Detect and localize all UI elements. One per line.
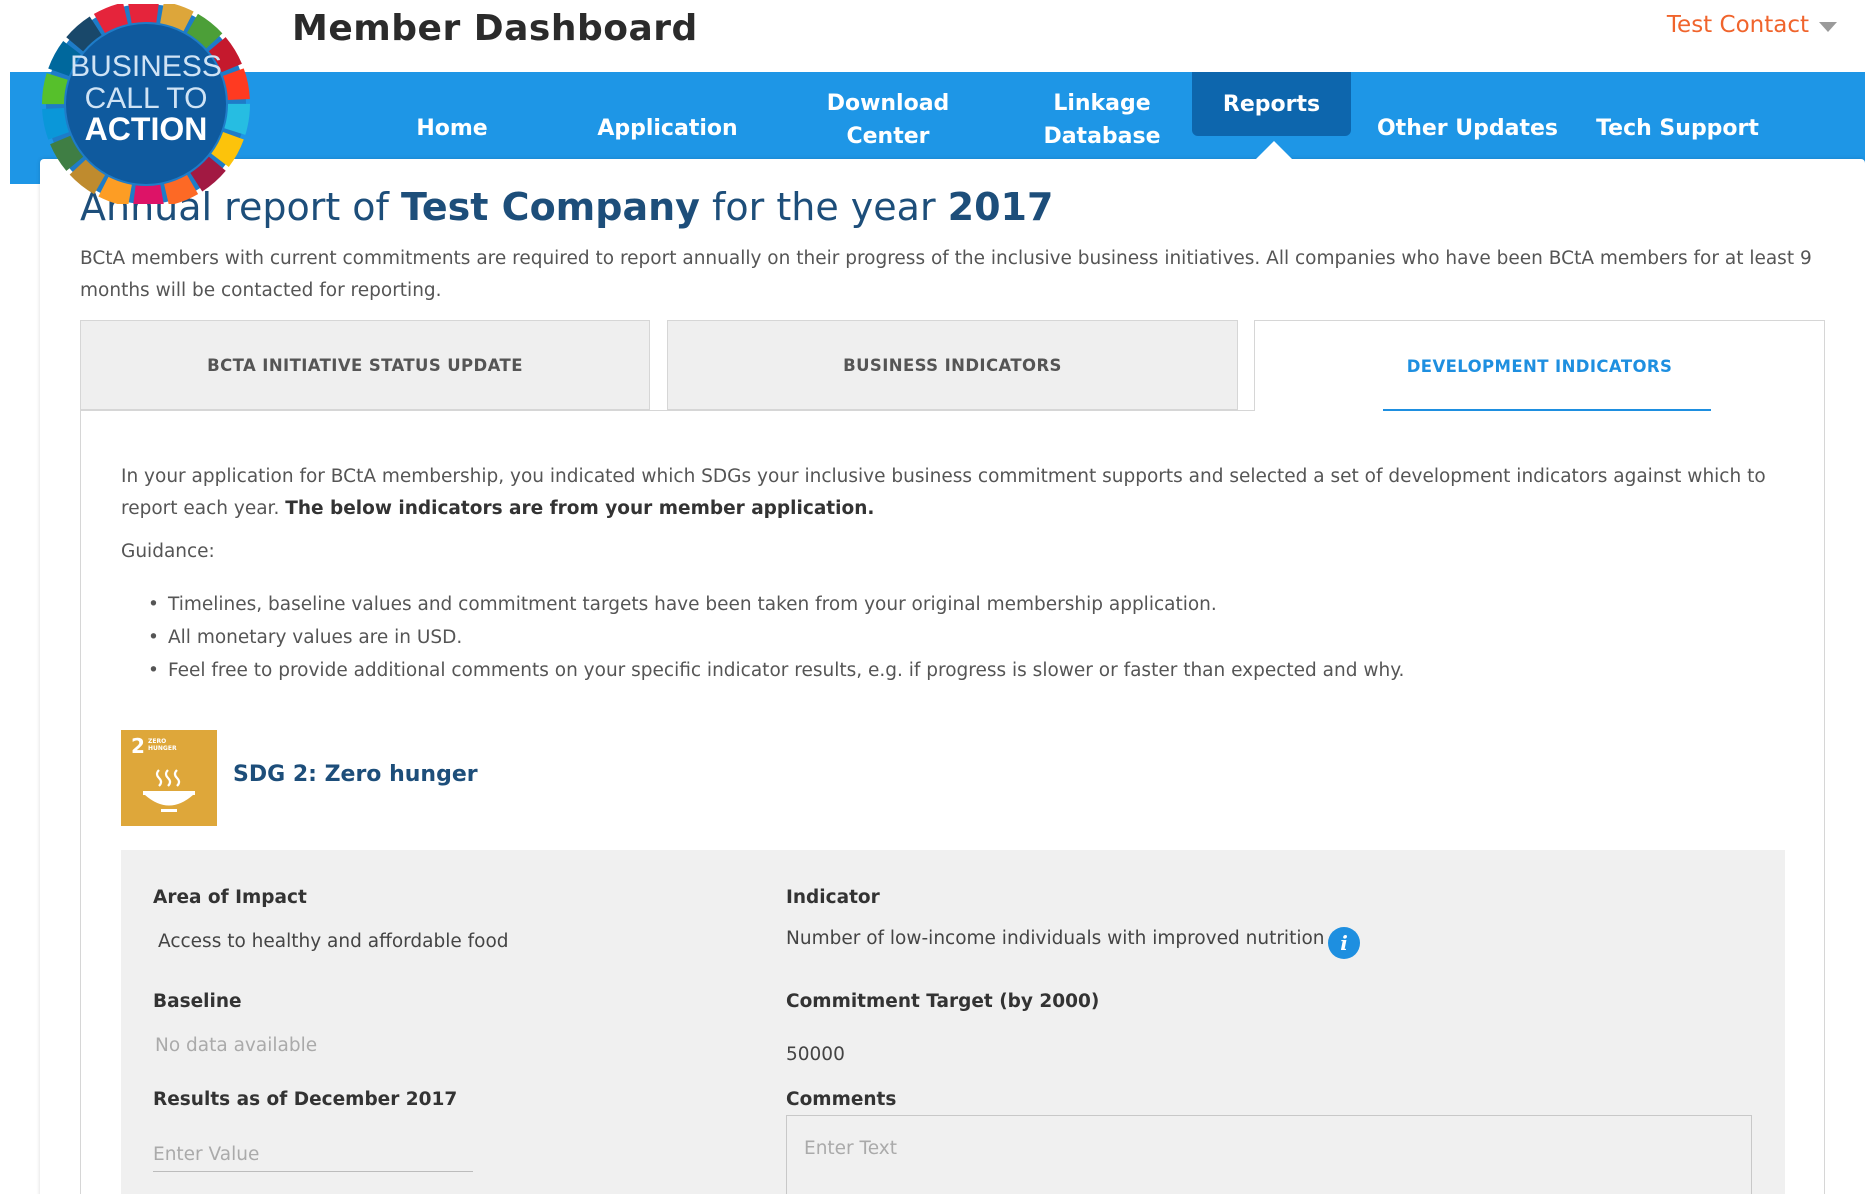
- tab-development-indicators[interactable]: DEVELOPMENT INDICATORS: [1254, 320, 1825, 411]
- comments-label: Comments: [786, 1089, 897, 1110]
- food-bowl-icon: [143, 769, 195, 812]
- panel-intro-bold: The below indicators are from your membe…: [285, 498, 875, 519]
- sdg-number: 2: [131, 734, 145, 758]
- commitment-target-value: 50000: [786, 1044, 845, 1065]
- logo-text-line3: ACTION: [85, 111, 208, 147]
- area-of-impact-label: Area of Impact: [153, 887, 307, 908]
- sdg-tile-text-1: ZERO: [148, 738, 167, 745]
- results-label: Results as of December 2017: [153, 1089, 458, 1110]
- sdg-tile-text-2: HUNGER: [148, 745, 177, 752]
- user-menu[interactable]: Test Contact: [1667, 12, 1837, 38]
- area-of-impact-value: Access to healthy and affordable food: [158, 931, 509, 952]
- baseline-label: Baseline: [153, 991, 242, 1012]
- sdg-name: SDG 2: Zero hunger: [233, 762, 478, 787]
- tab-initiative-status-update[interactable]: BCTA INITIATIVE STATUS UPDATE: [80, 320, 650, 410]
- user-name[interactable]: Test Contact: [1667, 12, 1809, 38]
- guidance-label: Guidance:: [121, 541, 215, 562]
- report-title-mid: for the year: [699, 185, 948, 229]
- active-nav-indicator: [1256, 141, 1292, 159]
- sdg-tile-text: ZERO HUNGER: [148, 738, 177, 752]
- dashboard-title: Member Dashboard: [292, 8, 698, 49]
- logo-text-line1: BUSINESS: [70, 50, 222, 83]
- chevron-down-icon[interactable]: [1819, 21, 1837, 32]
- commitment-target-label: Commitment Target (by 2000): [786, 991, 1100, 1012]
- nav-download-center-line2: Center: [846, 124, 930, 149]
- info-icon[interactable]: i: [1328, 927, 1360, 959]
- indicator-label: Indicator: [786, 887, 880, 908]
- nav-linkage-database-line1: Linkage: [1053, 91, 1151, 116]
- results-value-input[interactable]: [153, 1138, 473, 1172]
- tab-business-indicators[interactable]: BUSINESS INDICATORS: [667, 320, 1238, 410]
- report-year: 2017: [947, 185, 1054, 229]
- nav-reports[interactable]: Reports: [1192, 72, 1351, 136]
- company-name: Test Company: [401, 185, 700, 229]
- comments-textarea[interactable]: [786, 1115, 1752, 1194]
- nav-download-center-line1: Download: [826, 91, 950, 116]
- report-intro: BCtA members with current commitments ar…: [80, 248, 1812, 301]
- business-call-to-action-logo[interactable]: BUSINESS CALL TO ACTION: [36, 4, 256, 204]
- page: Member Dashboard Test Contact Home Appli…: [0, 0, 1865, 1194]
- indicator-value: Number of low-income individuals with im…: [786, 928, 1325, 949]
- baseline-value: No data available: [155, 1035, 318, 1056]
- panel-intro: In your application for BCtA membership,…: [121, 461, 1791, 525]
- tab-panel-divider: [80, 410, 1255, 411]
- sdg-2-tile: 2 ZERO HUNGER: [121, 730, 217, 826]
- guidance-item: Feel free to provide additional comments…: [148, 654, 1404, 687]
- guidance-list: Timelines, baseline values and commitmen…: [148, 588, 1404, 687]
- guidance-item: Timelines, baseline values and commitmen…: [148, 588, 1404, 621]
- guidance-item: All monetary values are in USD.: [148, 621, 1404, 654]
- nav-linkage-database-line2: Database: [1043, 124, 1161, 149]
